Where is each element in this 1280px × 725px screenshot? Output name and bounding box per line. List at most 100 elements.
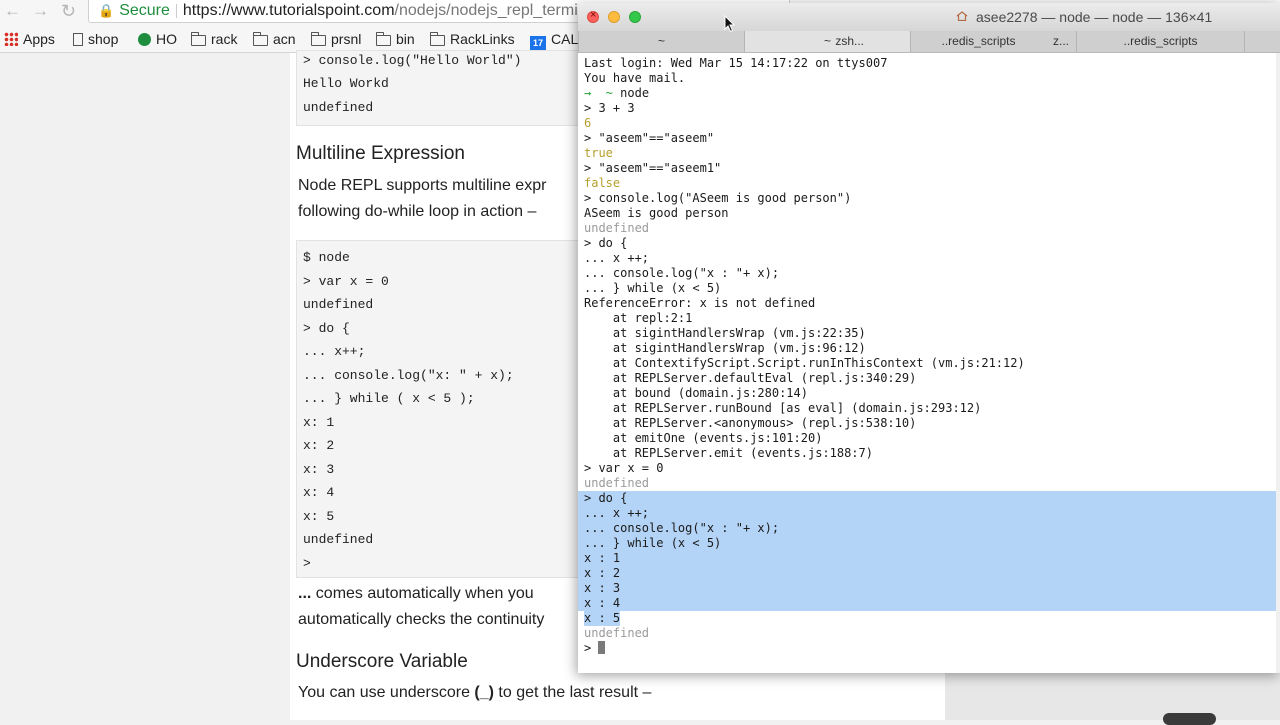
terminal-line: at sigintHandlersWrap (vm.js:22:35)	[584, 326, 866, 340]
terminal-tab-bar: ~ zsh... ~ ..redis_scripts z... ..redis_…	[578, 31, 1280, 53]
bookmark-label: shop	[88, 31, 119, 47]
folder-icon	[190, 32, 206, 46]
selection-highlight	[578, 581, 1276, 596]
terminal-line: undefined	[584, 221, 650, 235]
terminal-line: x : 3	[584, 581, 621, 595]
folder-icon	[252, 32, 268, 46]
selection-highlight	[578, 551, 1276, 566]
terminal-title: asee2278 — node — node — 136×41	[976, 9, 1213, 25]
terminal-line: true	[584, 146, 613, 160]
prompt-dir: ~	[591, 86, 613, 100]
code-line: > do {	[303, 321, 350, 336]
text-cursor	[598, 641, 606, 654]
bookmark-apps[interactable]: Apps	[4, 30, 55, 48]
bookmark-cal[interactable]: 17 CAL	[530, 30, 578, 51]
code-line: undefined	[303, 297, 374, 312]
forward-button[interactable]: →	[32, 1, 49, 21]
terminal-line: ... x ++;	[584, 251, 650, 265]
paragraph-text: to get the last result –	[493, 684, 652, 701]
terminal-line: ASeem is good person	[584, 206, 729, 220]
floating-widget[interactable]	[1163, 713, 1216, 725]
code-line: > console.log("Hello World")	[303, 53, 522, 68]
zoom-window-button[interactable]	[629, 11, 641, 23]
bookmark-label: acn	[273, 31, 296, 47]
bookmark-prsnl[interactable]: prsnl	[310, 30, 362, 48]
terminal-line: false	[584, 176, 621, 190]
code-line: ... console.log("x: " + x);	[303, 368, 514, 383]
bookmark-label: rack	[211, 31, 238, 47]
terminal-line: Last login: Wed Mar 15 14:17:22 on ttys0…	[584, 56, 888, 70]
bold-ellipsis: ...	[298, 585, 312, 602]
folder-icon	[429, 32, 445, 46]
code-block-hello: > console.log("Hello World") Hello Workd…	[296, 50, 598, 126]
code-line: undefined	[303, 532, 374, 547]
paragraph-line: Node REPL supports multiline expr	[298, 177, 547, 194]
terminal-tab[interactable]: z...	[1046, 31, 1076, 52]
paragraph-text: comes automatically when you	[311, 585, 534, 602]
url-host: https://www.tutorialspoint.com	[182, 2, 395, 19]
terminal-line: ... } while (x < 5)	[584, 281, 722, 295]
code-line: ... x++;	[303, 344, 366, 359]
bookmark-racklinks[interactable]: RackLinks	[429, 30, 515, 48]
code-line: ... } while ( x < 5 );	[303, 391, 475, 406]
code-line: >	[303, 556, 311, 571]
terminal-tab[interactable]: ..redis_scripts	[1076, 31, 1244, 52]
code-block-dowhile: $ node > var x = 0 undefined > do { ... …	[296, 240, 598, 578]
terminal-line: → ~ node	[584, 86, 649, 101]
paragraph-text: You can use underscore	[298, 684, 475, 701]
terminal-line: You have mail.	[584, 71, 686, 85]
terminal-tab[interactable]: ..redis_scripts	[910, 31, 1046, 52]
paragraph-line: ... comes automatically when you	[298, 585, 534, 603]
reload-button[interactable]: ↻	[61, 1, 76, 21]
terminal-scrollbar[interactable]	[1276, 53, 1280, 673]
paragraph-line: You can use underscore (_) to get the la…	[298, 684, 651, 702]
bookmark-bin[interactable]: bin	[375, 30, 415, 48]
terminal-line: at REPLServer.<anonymous> (repl.js:538:1…	[584, 416, 917, 430]
terminal-line: ... console.log("x : "+ x);	[584, 521, 780, 535]
terminal-tab[interactable]: ~	[578, 31, 744, 52]
bookmark-ho[interactable]: HO	[138, 30, 177, 48]
back-button[interactable]: ←	[4, 1, 21, 21]
selection-highlight	[578, 566, 1276, 581]
terminal-line: undefined	[584, 476, 650, 490]
terminal-line: x : 1	[584, 551, 621, 565]
terminal-line: undefined	[584, 626, 650, 640]
terminal-line: 6	[584, 116, 592, 130]
close-window-button[interactable]	[587, 9, 599, 23]
selection-highlight	[578, 491, 1276, 506]
bookmark-label: CAL	[551, 31, 579, 47]
bookmark-label: Apps	[23, 31, 55, 47]
code-line: x: 2	[303, 438, 335, 453]
bookmark-acn[interactable]: acn	[252, 30, 296, 48]
terminal-line: at bound (domain.js:280:14)	[584, 386, 808, 400]
ho-icon	[138, 33, 151, 46]
prompt-command: node	[612, 86, 650, 100]
code-line: $ node	[303, 250, 350, 265]
secure-label: Secure	[119, 2, 170, 19]
selection-highlight	[578, 506, 1276, 521]
calendar-icon: 17	[530, 36, 546, 51]
terminal-tab[interactable]: ~	[744, 31, 910, 52]
terminal-tab-new[interactable]	[1244, 31, 1280, 52]
bookmark-rack[interactable]: rack	[190, 30, 238, 48]
code-line: undefined	[303, 100, 374, 115]
folder-icon	[310, 32, 326, 46]
terminal-output[interactable]: Last login: Wed Mar 15 14:17:22 on ttys0…	[578, 53, 1280, 673]
terminal-line: at ContextifyScript.Script.runInThisCont…	[584, 356, 1025, 370]
terminal-line: > "aseem"=="aseem1"	[584, 161, 722, 175]
apps-grid-icon	[4, 32, 18, 46]
bookmark-label: prsnl	[331, 31, 362, 47]
code-line: x: 3	[303, 462, 335, 477]
url-separator	[175, 3, 177, 18]
bookmark-label: RackLinks	[450, 31, 515, 47]
terminal-line: at sigintHandlersWrap (vm.js:96:12)	[584, 341, 866, 355]
folder-icon	[375, 32, 391, 46]
home-folder-icon	[956, 11, 968, 21]
terminal-line: x : 5	[584, 611, 621, 626]
terminal-line: x : 2	[584, 566, 621, 580]
terminal-titlebar[interactable]: asee2278 — node — node — 136×41	[578, 3, 1280, 31]
terminal-line: > do {	[584, 236, 628, 250]
minimize-window-button[interactable]	[608, 11, 620, 23]
terminal-window: asee2278 — node — node — 136×41 ~ zsh...…	[578, 3, 1280, 673]
bookmark-shop[interactable]: shop	[73, 30, 118, 48]
